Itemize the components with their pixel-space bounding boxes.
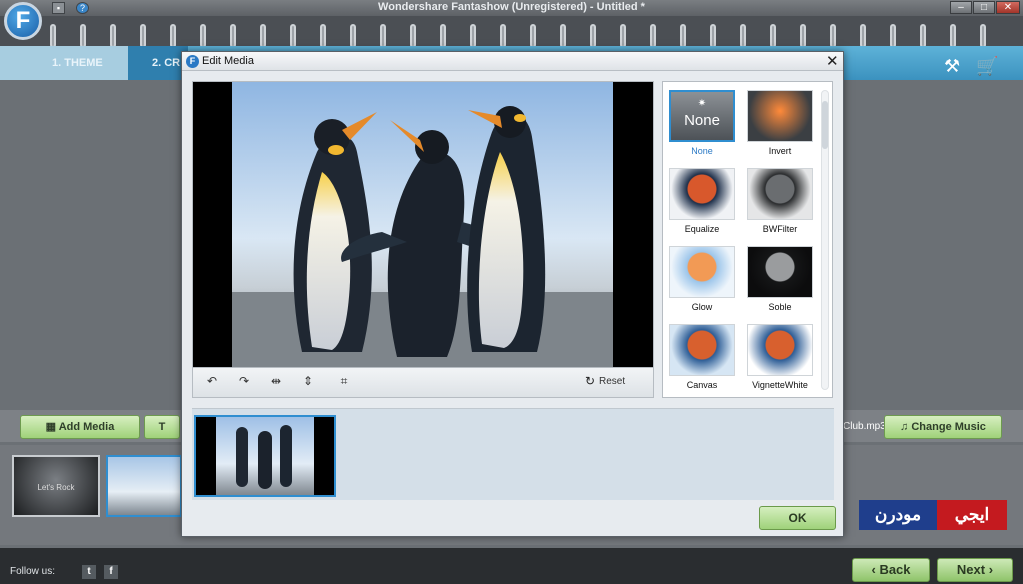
effect-label: BWFilter [762,224,798,234]
follow-us-label: Follow us: [10,566,56,577]
music-note-icon: ♫ [900,421,912,433]
change-music-button[interactable]: ♫ Change Music [884,415,1002,439]
cart-icon[interactable]: 🛒 [976,56,998,77]
flip-horizontal-icon[interactable]: ⇹ [267,374,285,388]
timeline-item-penguins[interactable] [106,455,182,517]
effect-invert-tile[interactable] [747,90,813,142]
crop-icon[interactable]: ⌗ [335,374,353,389]
maximize-button[interactable]: □ [973,1,995,14]
minimize-button[interactable]: – [950,1,972,14]
twitter-icon[interactable]: t [82,565,96,579]
effect-label: Canvas [686,380,718,390]
preview-controls: ↶ ↷ ⇹ ⇕ ⌗ ↻ Reset [193,367,653,397]
effect-canvas-tile[interactable] [669,324,735,376]
effect-label: Glow [691,302,713,312]
rotate-left-icon[interactable]: ↶ [203,374,221,388]
penguin-photo-preview [232,82,613,367]
media-strip-thumbnail[interactable] [194,415,336,497]
window-close-button[interactable]: ✕ [996,1,1020,14]
effect-none-tile[interactable]: ✷ None [669,90,735,142]
dialog-close-button[interactable]: ✕ [826,52,839,70]
timeline-item-intro[interactable]: Let's Rock [12,455,100,517]
effects-scrollbar[interactable] [821,90,829,390]
reset-icon[interactable]: ↻ [585,374,595,388]
add-text-button[interactable]: T [144,415,180,439]
media-strip [192,408,834,500]
save-icon[interactable]: ▪ [52,2,65,14]
step-create-tab[interactable]: 2. CR [128,46,188,80]
effect-label: VignetteWhite [752,380,808,390]
add-media-button[interactable]: ▦ Add Media [20,415,140,439]
window-title: Wondershare Fantashow (Unregistered) - U… [378,1,645,13]
effect-bwfilter-tile[interactable] [747,168,813,220]
back-button[interactable]: ‹ Back [852,558,930,582]
effect-equalize-tile[interactable] [669,168,735,220]
music-file-name: Club.mp3 [843,421,886,432]
flip-vertical-icon[interactable]: ⇕ [299,374,317,388]
effect-label: Soble [768,302,792,312]
rotate-right-icon[interactable]: ↷ [235,374,253,388]
chevron-right-icon: › [985,562,994,577]
scrollbar-thumb[interactable] [822,101,828,149]
help-icon[interactable]: ? [76,2,89,14]
sparkle-icon: ✷ [697,98,707,109]
step-theme-tab[interactable]: 1. THEME [0,46,128,80]
next-button[interactable]: Next › [937,558,1013,582]
dialog-title: Edit Media [202,55,254,67]
effects-panel: ✷ None None Invert Equalize BWFilter Glo… [662,81,833,398]
effect-label: Invert [768,146,792,156]
watermark-logo: مودرن ايجي [859,500,1007,530]
hammer-icon[interactable]: ⚒ [944,56,960,77]
effect-vignettewhite-tile[interactable] [747,324,813,376]
effect-label: None [691,146,713,156]
reset-button[interactable]: Reset [599,376,625,387]
effect-glow-tile[interactable] [669,246,735,298]
media-icon: ▦ [45,421,59,433]
ok-button[interactable]: OK [759,506,836,530]
spiral-binding [0,16,1023,48]
app-logo[interactable]: F [4,2,42,40]
facebook-icon[interactable]: f [104,565,118,579]
edit-media-dialog: F Edit Media ✕ ↶ ↷ ⇹ ⇕ ⌗ ↻ Reset ✷ None … [181,51,844,537]
watermark-part-blue: مودرن [859,500,937,530]
dialog-title-bar [182,52,843,71]
effect-soble-tile[interactable] [747,246,813,298]
preview-panel: ↶ ↷ ⇹ ⇕ ⌗ ↻ Reset [192,81,654,398]
dialog-app-icon: F [186,55,199,68]
watermark-part-red: ايجي [937,500,1007,530]
effect-label: Equalize [684,224,720,234]
